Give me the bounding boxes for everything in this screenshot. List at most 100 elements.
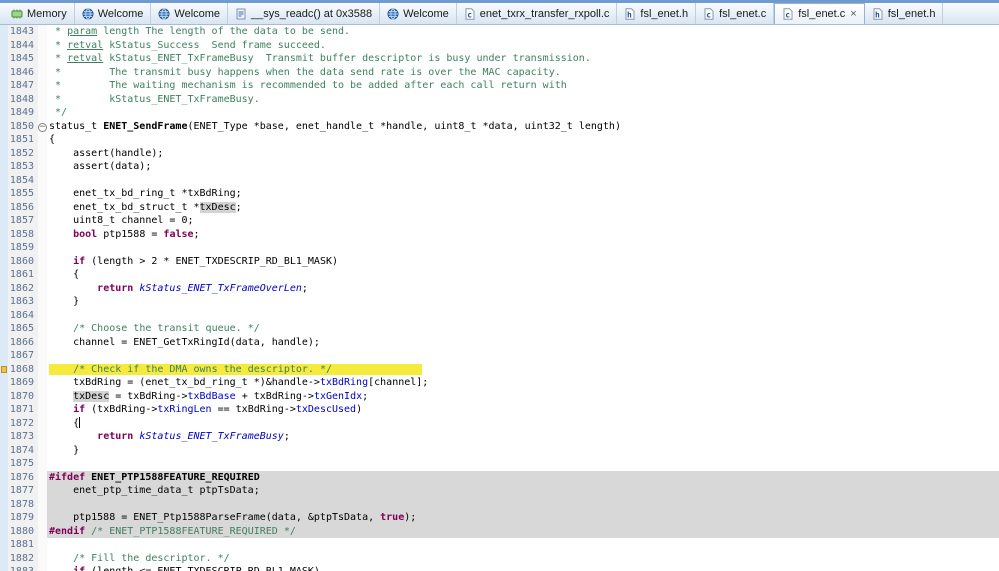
code-line[interactable]: } [47,295,999,309]
fold-ruler-cell [38,281,47,295]
line-number[interactable]: 1846 [8,65,38,79]
line-number[interactable]: 1880 [8,524,38,538]
line-number[interactable]: 1845 [8,52,38,66]
code-line[interactable]: /* Fill the descriptor. */ [47,552,999,566]
code-line[interactable]: if (length > 2 * ENET_TXDESCRIP_RD_BL1_M… [47,255,999,269]
line-number[interactable]: 1848 [8,92,38,106]
code-line[interactable]: * retval kStatus_ENET_TxFrameBusy Transm… [47,52,999,66]
code-line[interactable]: * The transmit busy happens when the dat… [47,66,999,80]
tab-fsl-enet-h[interactable]: h fsl_enet.h [617,3,697,24]
code-line[interactable]: * param length The length of the data to… [47,25,999,39]
code-line[interactable]: return kStatus_ENET_TxFrameBusy; [47,430,999,444]
tab-enet-txrx-transfer-rxpoll-c[interactable]: c enet_txrx_transfer_rxpoll.c [457,3,618,24]
line-number[interactable]: 1858 [8,227,38,241]
line-number[interactable]: 1859 [8,241,38,255]
code-line[interactable]: #endif /* ENET_PTP1588FEATURE_REQUIRED *… [47,524,999,538]
code-line[interactable]: enet_tx_bd_ring_t *txBdRing; [47,187,999,201]
code-line[interactable]: txDesc = txBdRing->txBdBase + txBdRing->… [47,390,999,404]
code-line[interactable]: { [47,268,999,282]
line-number[interactable]: 1860 [8,254,38,268]
code-line[interactable]: if (txBdRing->txRingLen == txBdRing->txD… [47,403,999,417]
annotation-ruler-cell [0,497,8,511]
line-number[interactable]: 1867 [8,349,38,363]
code-line[interactable]: */ [47,106,999,120]
code-line[interactable] [47,309,999,323]
line-number[interactable]: 1869 [8,376,38,390]
code-line[interactable]: * retval kStatus_Success Send frame succ… [47,39,999,53]
line-number[interactable]: 1883 [8,565,38,571]
line-number[interactable]: 1861 [8,268,38,282]
code-line[interactable]: /* Check if the DMA owns the descriptor.… [47,363,999,377]
code-line-row: 1854 [0,173,999,188]
line-number[interactable]: 1870 [8,389,38,403]
collapse-icon[interactable]: − [38,122,47,132]
line-number[interactable]: 1857 [8,214,38,228]
line-number[interactable]: 1874 [8,443,38,457]
tab-memory[interactable]: Memory [4,3,75,24]
line-number[interactable]: 1875 [8,457,38,471]
line-number[interactable]: 1872 [8,416,38,430]
line-number[interactable]: 1879 [8,511,38,525]
code-line[interactable]: assert(handle); [47,147,999,161]
code-line[interactable]: { [47,133,999,147]
code-line[interactable]: enet_tx_bd_struct_t *txDesc; [47,201,999,215]
code-line[interactable]: assert(data); [47,160,999,174]
code-line[interactable]: return kStatus_ENET_TxFrameOverLen; [47,282,999,296]
line-number[interactable]: 1855 [8,187,38,201]
code-line[interactable]: } [47,444,999,458]
code-line[interactable]: #ifdef ENET_PTP1588FEATURE_REQUIRED [47,470,999,484]
line-number[interactable]: 1844 [8,38,38,52]
line-number[interactable]: 1843 [8,25,38,39]
code-line[interactable] [47,174,999,188]
code-line[interactable]: { [47,416,999,431]
tab-welcome[interactable]: Welcome [75,3,152,24]
line-number[interactable]: 1877 [8,484,38,498]
code-line[interactable]: status_t ENET_SendFrame(ENET_Type *base,… [47,120,999,134]
code-line[interactable]: /* Choose the transit queue. */ [47,322,999,336]
annotation-ruler-cell [0,65,8,79]
line-number[interactable]: 1850 [8,119,38,133]
code-line[interactable] [47,241,999,255]
code-line[interactable]: bool ptp1588 = false; [47,228,999,242]
code-line[interactable] [47,538,999,552]
tab-fsl-enet-c[interactable]: c fsl_enet.c × [774,3,865,24]
line-number[interactable]: 1854 [8,173,38,187]
code-line[interactable]: if (length <= ENET_TXDESCRIP_RD_BL1_MASK… [47,565,999,571]
code-line[interactable] [47,349,999,363]
tab-welcome[interactable]: Welcome [151,3,229,24]
line-number[interactable]: 1882 [8,551,38,565]
code-line[interactable]: ptp1588 = ENET_Ptp1588ParseFrame(data, &… [47,511,999,525]
line-number[interactable]: 1873 [8,430,38,444]
line-number[interactable]: 1863 [8,295,38,309]
line-number[interactable]: 1866 [8,335,38,349]
line-number[interactable]: 1849 [8,106,38,120]
tab-fsl-enet-c[interactable]: c fsl_enet.c [696,3,775,24]
line-number[interactable]: 1878 [8,497,38,511]
annotation-ruler-cell [0,416,8,430]
line-number[interactable]: 1876 [8,470,38,484]
close-icon[interactable]: × [850,8,856,20]
line-number[interactable]: 1862 [8,281,38,295]
tab-welcome[interactable]: Welcome [380,3,457,24]
line-number[interactable]: 1881 [8,538,38,552]
code-line[interactable] [47,457,999,471]
code-line[interactable]: uint8_t channel = 0; [47,214,999,228]
line-number[interactable]: 1868 [8,362,38,376]
line-number[interactable]: 1865 [8,322,38,336]
tab-fsl-enet-h[interactable]: h fsl_enet.h [865,3,944,24]
code-line[interactable]: txBdRing = (enet_tx_bd_ring_t *)&handle-… [47,376,999,390]
tab-sys-readc-at-0x3588[interactable]: __sys_readc() at 0x3588 [228,3,381,24]
code-line-row: 1857 uint8_t channel = 0; [0,214,999,228]
line-number[interactable]: 1852 [8,146,38,160]
line-number[interactable]: 1864 [8,308,38,322]
line-number[interactable]: 1856 [8,200,38,214]
line-number[interactable]: 1871 [8,403,38,417]
code-line[interactable]: channel = ENET_GetTxRingId(data, handle)… [47,336,999,350]
line-number[interactable]: 1851 [8,133,38,147]
code-line[interactable]: * The waiting mechanism is recommended t… [47,79,999,93]
code-line[interactable]: enet_ptp_time_data_t ptpTsData; [47,484,999,498]
line-number[interactable]: 1847 [8,79,38,93]
line-number[interactable]: 1853 [8,160,38,174]
code-line[interactable]: * kStatus_ENET_TxFrameBusy. [47,93,999,107]
code-line[interactable] [47,497,999,511]
